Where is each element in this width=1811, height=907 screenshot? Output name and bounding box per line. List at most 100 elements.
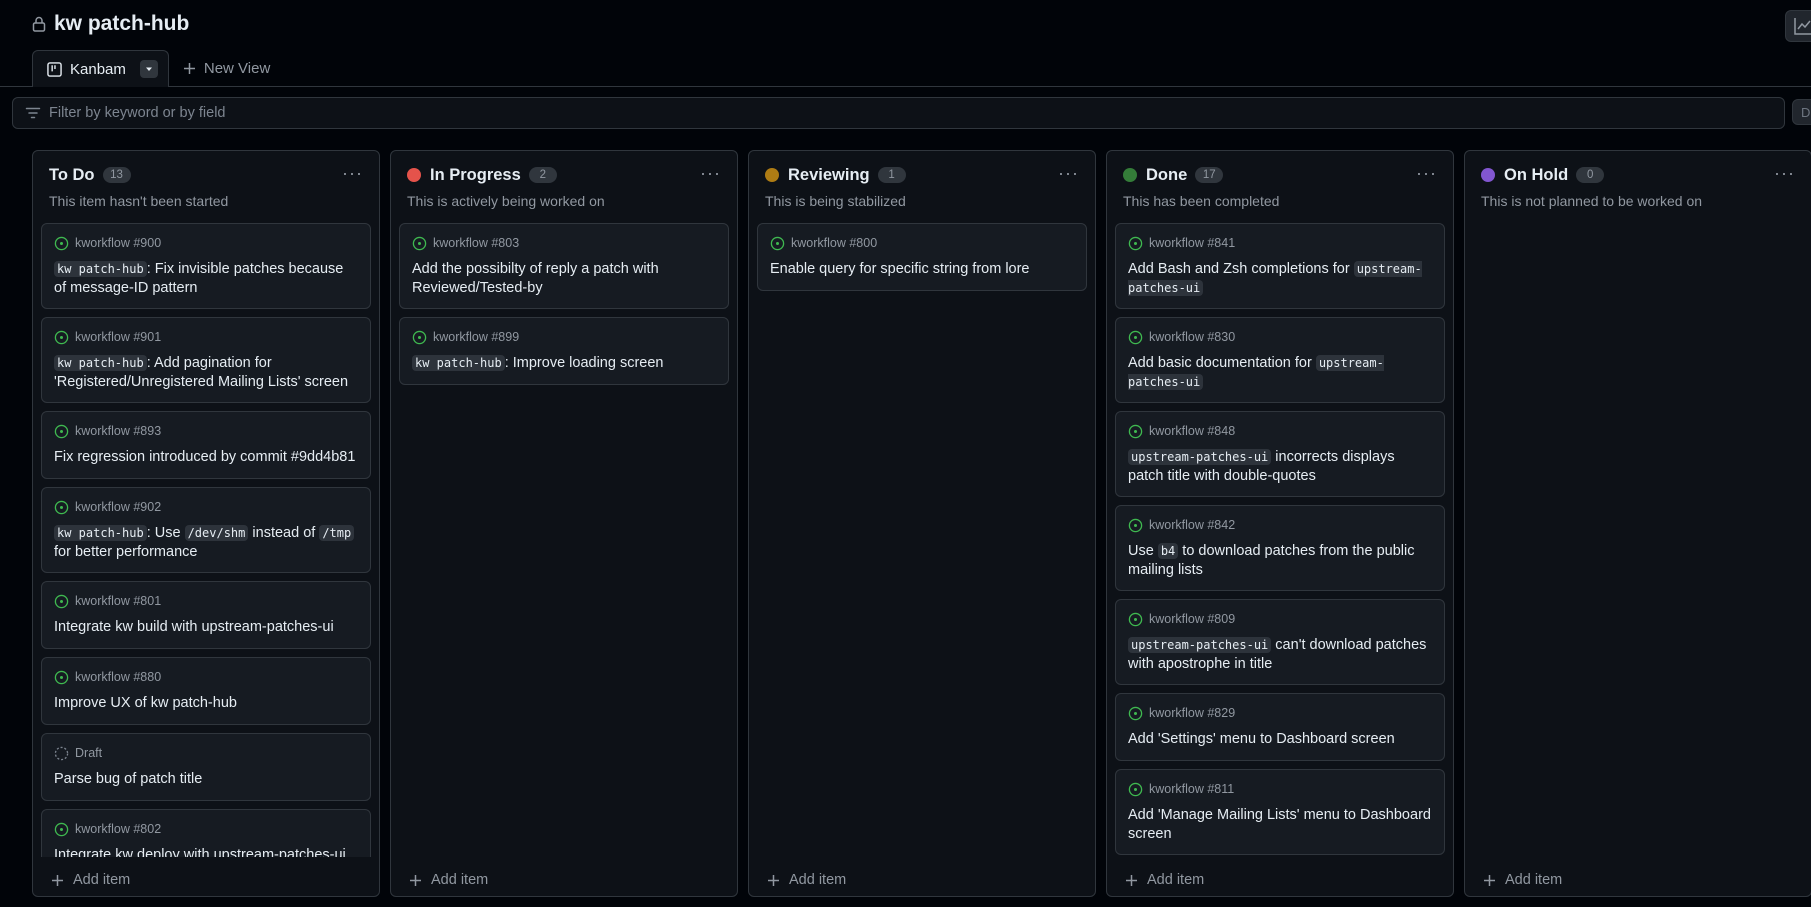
card-title[interactable]: Enable query for specific string from lo… — [770, 260, 1074, 279]
card-title[interactable]: kw patch-hub: Add pagination for 'Regist… — [54, 354, 358, 391]
column-color-dot — [1123, 168, 1137, 182]
card-meta: kworkflow #848 — [1128, 423, 1432, 439]
card-title[interactable]: Integrate kw deploy with upstream-patche… — [54, 846, 358, 857]
filter-input[interactable]: Filter by keyword or by field — [12, 97, 1785, 129]
card-repo-number: kworkflow #829 — [1149, 706, 1236, 720]
issue-opened-icon — [1128, 236, 1143, 250]
title-text: Add the possibilty of reply a patch with… — [412, 261, 659, 296]
add-item-label: Add item — [431, 872, 489, 888]
title-text: : Use — [146, 525, 185, 541]
card-repo-number: kworkflow #899 — [433, 330, 520, 344]
card-title[interactable]: Add 'Manage Mailing Lists' menu to Dashb… — [1128, 806, 1432, 843]
column-count-badge: 17 — [1195, 167, 1224, 183]
inline-code: b4 — [1157, 543, 1179, 559]
graph-icon — [1794, 18, 1811, 35]
issue-card[interactable]: kworkflow #880 Improve UX of kw patch-hub — [41, 657, 371, 725]
issue-card[interactable]: kworkflow #801 Integrate kw build with up… — [41, 581, 371, 649]
issue-card[interactable]: Draft Parse bug of patch title — [41, 733, 371, 801]
kebab-horizontal-icon[interactable]: ··· — [342, 163, 363, 184]
add-item-button[interactable]: Add item — [51, 872, 130, 888]
column-title: Reviewing — [788, 165, 870, 184]
kebab-horizontal-icon[interactable]: ··· — [1774, 163, 1795, 184]
column-header: To Do 13 ··· — [49, 163, 363, 185]
issue-card[interactable]: kworkflow #848 upstream-patches-ui incorr… — [1115, 411, 1445, 497]
add-item-label: Add item — [73, 872, 131, 888]
title-text: Use — [1128, 543, 1158, 559]
kebab-horizontal-icon[interactable]: ··· — [700, 163, 721, 184]
card-repo-number: Draft — [75, 746, 103, 760]
issue-card[interactable]: kworkflow #803 Add the possibilty of repl… — [399, 223, 729, 309]
issue-opened-icon — [54, 594, 69, 608]
issue-card[interactable]: kworkflow #811 Add 'Manage Mailing Lists'… — [1115, 769, 1445, 855]
tab-kanbam[interactable]: Kanbam — [32, 50, 169, 87]
issue-card[interactable]: kworkflow #809 upstream-patches-ui can't … — [1115, 599, 1445, 685]
card-meta: kworkflow #880 — [54, 669, 358, 685]
card-title[interactable]: Parse bug of patch title — [54, 770, 358, 789]
issue-card[interactable]: kworkflow #829 Add 'Settings' menu to Das… — [1115, 693, 1445, 761]
title-text: Enable query for specific string from lo… — [770, 261, 1030, 277]
card-title[interactable]: Add the possibilty of reply a patch with… — [412, 260, 716, 297]
card-meta: kworkflow #901 — [54, 329, 358, 345]
issue-card[interactable]: kworkflow #899 kw patch-hub: Improve load… — [399, 317, 729, 385]
issue-card[interactable]: kworkflow #802 Integrate kw deploy with u… — [41, 809, 371, 857]
issue-card[interactable]: kworkflow #893 Fix regression introduced … — [41, 411, 371, 479]
card-meta: kworkflow #893 — [54, 423, 358, 439]
column-reviewing: Reviewing 1 ··· This is being stabilized kwo… — [748, 150, 1096, 897]
issue-card[interactable]: kworkflow #900 kw patch-hub: Fix invisibl… — [41, 223, 371, 309]
add-item-button[interactable]: Add item — [767, 872, 846, 888]
add-item-button[interactable]: Add item — [409, 872, 488, 888]
title-text: Parse bug of patch title — [54, 771, 203, 787]
issue-opened-icon — [1128, 330, 1143, 344]
card-title[interactable]: upstream-patches-ui incorrects displays … — [1128, 448, 1432, 485]
card-title[interactable]: kw patch-hub: Fix invisible patches beca… — [54, 260, 358, 297]
new-view-button[interactable]: New View — [169, 50, 284, 86]
card-meta: kworkflow #900 — [54, 235, 358, 251]
column-description: This is actively being worked on — [407, 193, 605, 209]
card-title[interactable]: Improve UX of kw patch-hub — [54, 694, 358, 713]
column-title: On Hold — [1504, 165, 1569, 184]
issue-card[interactable]: kworkflow #800 Enable query for specific … — [757, 223, 1087, 291]
card-repo-number: kworkflow #841 — [1149, 236, 1236, 250]
column-description: This is not planned to be worked on — [1481, 193, 1703, 209]
card-title[interactable]: Use b4 to download patches from the publ… — [1128, 542, 1432, 579]
card-meta: kworkflow #811 — [1128, 781, 1432, 797]
card-title[interactable]: Add Bash and Zsh completions for upstrea… — [1128, 260, 1432, 297]
card-meta: kworkflow #899 — [412, 329, 716, 345]
issue-card[interactable]: kworkflow #841 Add Bash and Zsh completio… — [1115, 223, 1445, 309]
column-title: To Do — [49, 165, 95, 184]
card-title[interactable]: Integrate kw build with upstream-patches… — [54, 618, 358, 637]
column-in_progress: In Progress 2 ··· This is actively being wo… — [390, 150, 738, 897]
title-text: Fix regression introduced by commit #9dd… — [54, 449, 356, 465]
card-meta: kworkflow #801 — [54, 593, 358, 609]
column-count-badge: 2 — [528, 167, 557, 183]
issue-card[interactable]: kworkflow #902 kw patch-hub: Use /dev/shm… — [41, 487, 371, 573]
view-options-button[interactable] — [139, 60, 158, 78]
card-title[interactable]: kw patch-hub: Improve loading screen — [412, 354, 716, 373]
discard-button[interactable]: Di — [1792, 99, 1811, 125]
issue-card[interactable]: kworkflow #842 Use b4 to download patches… — [1115, 505, 1445, 591]
kebab-horizontal-icon[interactable]: ··· — [1058, 163, 1079, 184]
inline-code: upstream-patches-ui — [1128, 637, 1272, 653]
card-meta: Draft — [54, 745, 358, 761]
card-title[interactable]: kw patch-hub: Use /dev/shm instead of /t… — [54, 524, 358, 561]
add-item-button[interactable]: Add item — [1483, 872, 1562, 888]
issue-opened-icon — [1128, 518, 1143, 532]
card-meta: kworkflow #803 — [412, 235, 716, 251]
inline-code: /tmp — [319, 525, 355, 541]
lock-icon — [32, 16, 46, 32]
card-list: kworkflow #800 Enable query for specific … — [757, 223, 1087, 857]
filter-icon — [25, 107, 41, 119]
card-title[interactable]: Fix regression introduced by commit #9dd… — [54, 448, 358, 467]
card-title[interactable]: Add 'Settings' menu to Dashboard screen — [1128, 730, 1432, 749]
add-item-button[interactable]: Add item — [1125, 872, 1204, 888]
issue-card[interactable]: kworkflow #830 Add basic documentation fo… — [1115, 317, 1445, 403]
card-repo-number: kworkflow #880 — [75, 670, 162, 684]
title-text: Add basic documentation for — [1128, 355, 1316, 371]
card-repo-number: kworkflow #901 — [75, 330, 162, 344]
insights-button[interactable] — [1785, 10, 1811, 42]
inline-code: kw patch-hub — [54, 525, 147, 541]
kebab-horizontal-icon[interactable]: ··· — [1416, 163, 1437, 184]
issue-card[interactable]: kworkflow #901 kw patch-hub: Add paginati… — [41, 317, 371, 403]
card-title[interactable]: upstream-patches-ui can't download patch… — [1128, 636, 1432, 673]
card-title[interactable]: Add basic documentation for upstream-pat… — [1128, 354, 1432, 391]
